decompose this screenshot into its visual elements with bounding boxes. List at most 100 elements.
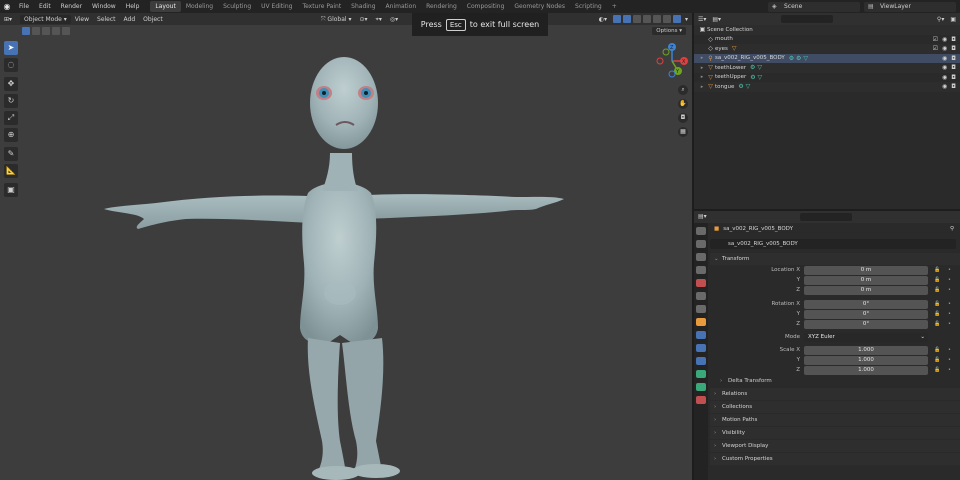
rotation-z-field[interactable]: 0° bbox=[804, 319, 928, 329]
scene-selector[interactable]: ◈ Scene bbox=[768, 1, 860, 12]
navigation-gizmo[interactable]: X Z Y ⌕ ✋ ◘ ▦ bbox=[652, 41, 692, 141]
keyframe-dot-icon[interactable]: • bbox=[948, 367, 951, 373]
keyframe-dot-icon[interactable]: • bbox=[948, 287, 951, 293]
keyframe-dot-icon[interactable]: • bbox=[948, 321, 951, 327]
keyframe-dot-icon[interactable]: • bbox=[948, 311, 951, 317]
keyframe-dot-icon[interactable]: • bbox=[948, 277, 951, 283]
proportional-edit-icon[interactable]: ◎▾ bbox=[386, 15, 402, 24]
render-tab-icon[interactable] bbox=[696, 240, 706, 248]
eye-icon[interactable]: ◉ bbox=[942, 36, 947, 43]
location-z-field[interactable]: 0 m bbox=[804, 285, 928, 295]
tab-texture-paint[interactable]: Texture Paint bbox=[297, 1, 346, 12]
tab-rendering[interactable]: Rendering bbox=[421, 1, 462, 12]
view-layer-tab-icon[interactable] bbox=[696, 266, 706, 274]
ortho-toggle-icon[interactable]: ▦ bbox=[678, 127, 688, 137]
menu-edit[interactable]: Edit bbox=[34, 3, 56, 10]
collection-tab-icon[interactable] bbox=[696, 305, 706, 313]
scale-z-field[interactable]: 1.000 bbox=[804, 365, 928, 375]
particles-tab-icon[interactable] bbox=[696, 344, 706, 352]
outliner-item-teethupper[interactable]: ▸ ▽ teethUpper ⚙ ▽ ◉ ◘ bbox=[694, 73, 960, 83]
lock-icon[interactable]: 🔓 bbox=[934, 301, 940, 307]
eye-icon[interactable]: ◉ bbox=[942, 64, 947, 71]
eye-icon[interactable]: ◉ bbox=[942, 74, 947, 81]
scale-tool-icon[interactable]: ⤢ bbox=[4, 111, 18, 125]
menu-object[interactable]: Object bbox=[139, 15, 167, 24]
viewport-display-panel-header[interactable]: › Viewport Display bbox=[710, 440, 960, 452]
outliner-item-mouth[interactable]: ◇ mouth ☑ ◉ ◘ bbox=[694, 35, 960, 45]
wireframe-shading-icon[interactable] bbox=[642, 15, 651, 23]
expand-arrow-icon[interactable]: ▸ bbox=[698, 84, 706, 90]
constraints-tab-icon[interactable] bbox=[696, 370, 706, 378]
outliner-item-eyes[interactable]: ◇ eyes ▽ ☑ ◉ ◘ bbox=[694, 44, 960, 54]
alien-character-model[interactable] bbox=[96, 53, 576, 480]
menu-file[interactable]: File bbox=[14, 3, 34, 10]
visibility-panel-header[interactable]: › Visibility bbox=[710, 427, 960, 439]
lock-icon[interactable]: 🔓 bbox=[934, 277, 940, 283]
tab-geometry-nodes[interactable]: Geometry Nodes bbox=[509, 1, 570, 12]
world-tab-icon[interactable] bbox=[696, 292, 706, 300]
measure-tool-icon[interactable]: 📐 bbox=[4, 164, 18, 178]
neg-x-axis-handle[interactable] bbox=[656, 57, 664, 65]
location-x-field[interactable]: 0 m bbox=[804, 265, 928, 275]
keyframe-dot-icon[interactable]: • bbox=[948, 301, 951, 307]
collections-panel-header[interactable]: › Collections bbox=[710, 401, 960, 413]
transform-tool-icon[interactable]: ⊕ bbox=[4, 128, 18, 142]
checkbox-icon[interactable]: ☑ bbox=[933, 36, 938, 43]
menu-select[interactable]: Select bbox=[93, 15, 120, 24]
camera-icon[interactable]: ◘ bbox=[951, 55, 956, 62]
object-name-field[interactable]: sa_v002_RIG_v005_BODY bbox=[710, 239, 956, 249]
options-button[interactable]: Options ▾ bbox=[652, 27, 686, 35]
camera-icon[interactable]: ◘ bbox=[951, 83, 956, 90]
object-tab-icon[interactable] bbox=[696, 318, 706, 326]
outliner-editor-icon[interactable]: ☰▾ bbox=[698, 16, 706, 23]
camera-icon[interactable]: ◘ bbox=[951, 64, 956, 71]
solid-shading-icon[interactable] bbox=[652, 15, 661, 23]
eye-icon[interactable]: ◉ bbox=[942, 83, 947, 90]
camera-icon[interactable]: ◘ bbox=[951, 74, 956, 81]
visibility-icon[interactable]: ◐▾ bbox=[595, 15, 611, 24]
motion-paths-panel-header[interactable]: › Motion Paths bbox=[710, 414, 960, 426]
properties-editor-icon[interactable]: ▤▾ bbox=[698, 213, 707, 220]
menu-view[interactable]: View bbox=[71, 15, 93, 24]
tab-sculpting[interactable]: Sculpting bbox=[218, 1, 256, 12]
overlay-toggle-icon[interactable] bbox=[622, 15, 631, 23]
eye-icon[interactable]: ◉ bbox=[942, 45, 947, 52]
lock-icon[interactable]: 🔓 bbox=[934, 321, 940, 327]
menu-window[interactable]: Window bbox=[87, 3, 121, 10]
lock-icon[interactable]: 🔓 bbox=[934, 287, 940, 293]
location-y-field[interactable]: 0 m bbox=[804, 275, 928, 285]
xray-icon[interactable] bbox=[632, 15, 641, 23]
pivot-icon[interactable]: ⊙▾ bbox=[355, 15, 371, 24]
select-extend-icon[interactable] bbox=[32, 27, 40, 35]
add-workspace-button[interactable]: + bbox=[607, 1, 622, 12]
rotation-x-field[interactable]: 0° bbox=[804, 299, 928, 309]
rotation-y-field[interactable]: 0° bbox=[804, 309, 928, 319]
zoom-icon[interactable]: ⌕ bbox=[678, 85, 688, 95]
gizmo-toggle-icon[interactable] bbox=[612, 15, 621, 23]
transform-panel-header[interactable]: ⌄ Transform bbox=[710, 253, 960, 265]
outliner-search-input[interactable] bbox=[781, 15, 834, 23]
tab-shading[interactable]: Shading bbox=[346, 1, 380, 12]
camera-view-icon[interactable]: ◘ bbox=[678, 113, 688, 123]
keyframe-dot-icon[interactable]: • bbox=[948, 347, 951, 353]
neg-y-axis-handle[interactable] bbox=[662, 48, 670, 56]
filter-icon[interactable]: ⚲▾ bbox=[937, 16, 944, 23]
data-tab-icon[interactable] bbox=[696, 383, 706, 391]
keyframe-dot-icon[interactable]: • bbox=[948, 357, 951, 363]
expand-arrow-icon[interactable]: ▸ bbox=[698, 55, 706, 61]
select-intersect-icon[interactable] bbox=[62, 27, 70, 35]
lock-icon[interactable]: 🔓 bbox=[934, 367, 940, 373]
outliner-item-body[interactable]: ▸ ⚲ sa_v002_RIG_v005_BODY ⚙ ⚙ ▽ ◉ ◘ bbox=[694, 53, 960, 63]
axis-gizmo[interactable]: X Z Y bbox=[652, 41, 692, 81]
checkbox-icon[interactable]: ☑ bbox=[933, 45, 938, 52]
blender-logo-icon[interactable]: ◉ bbox=[0, 2, 14, 11]
material-tab-icon[interactable] bbox=[696, 396, 706, 404]
lock-icon[interactable]: 🔓 bbox=[934, 267, 940, 273]
scale-y-field[interactable]: 1.000 bbox=[804, 355, 928, 365]
expand-arrow-icon[interactable]: ▸ bbox=[698, 65, 706, 71]
orientation-dropdown[interactable]: ⤧ Global ▾ bbox=[317, 15, 356, 24]
outliner-item-tongue[interactable]: ▸ ▽ tongue ⚙ ▽ ◉ ◘ bbox=[694, 82, 960, 92]
snap-icon[interactable]: ⌖▾ bbox=[372, 15, 386, 24]
lock-icon[interactable]: 🔓 bbox=[934, 357, 940, 363]
move-tool-icon[interactable]: ✥ bbox=[4, 77, 18, 91]
